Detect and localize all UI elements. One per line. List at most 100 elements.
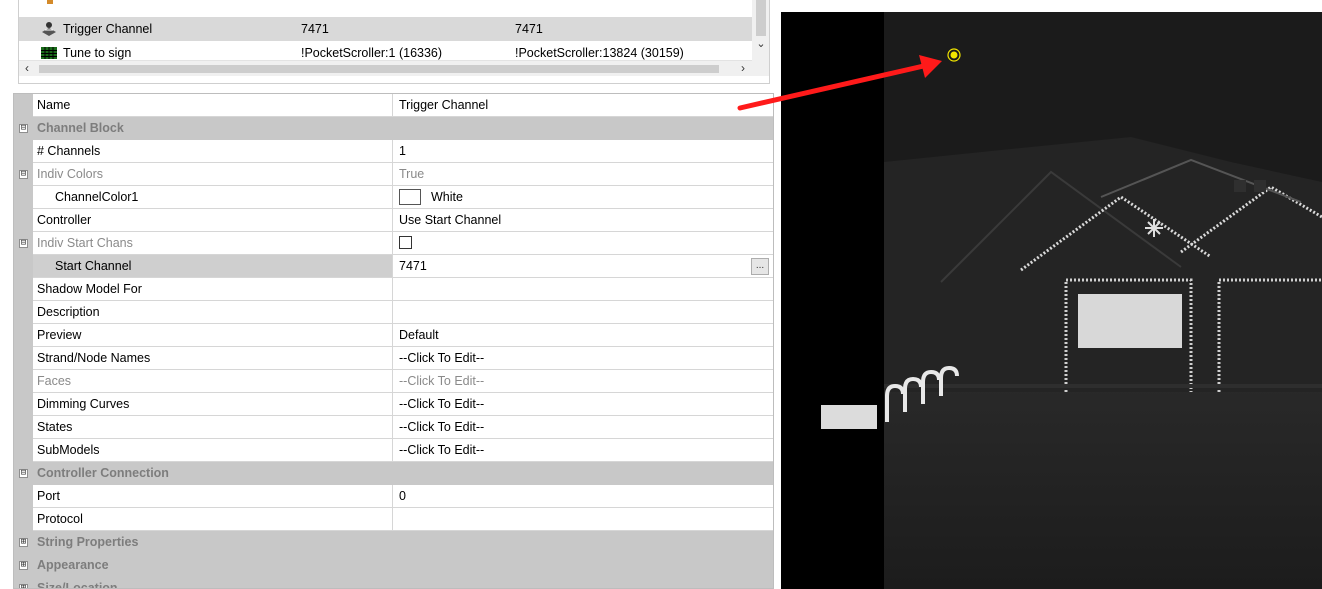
indiv-start-chans-checkbox[interactable] bbox=[399, 236, 412, 250]
property-value-channel-color[interactable]: White bbox=[393, 186, 773, 209]
collapse-icon[interactable]: ⊟ bbox=[19, 239, 28, 248]
property-label: Start Channel bbox=[33, 255, 393, 278]
row-gutter: ⊟ bbox=[14, 163, 33, 186]
property-value-states[interactable]: --Click To Edit-- bbox=[393, 416, 773, 439]
horizontal-scroll-thumb[interactable] bbox=[39, 65, 719, 73]
matrix-grid-icon bbox=[41, 45, 57, 61]
row-gutter bbox=[14, 416, 33, 439]
property-row-num-channels[interactable]: # Channels 1 bbox=[14, 140, 773, 163]
property-label: Description bbox=[33, 301, 393, 324]
property-row-indiv-colors[interactable]: ⊟ Indiv Colors True bbox=[14, 163, 773, 186]
property-value-controller[interactable]: Use Start Channel bbox=[393, 209, 773, 232]
collapse-icon[interactable]: ⊟ bbox=[19, 170, 28, 179]
property-label: Strand/Node Names bbox=[33, 347, 393, 370]
matrix-sign bbox=[1078, 294, 1182, 348]
row-gutter bbox=[14, 347, 33, 370]
model-list-vertical-scrollbar[interactable]: ⌄ bbox=[752, 0, 769, 76]
property-value-start-channel[interactable]: 7471 ... bbox=[393, 255, 773, 278]
color-swatch[interactable] bbox=[399, 188, 421, 205]
property-label: Port bbox=[33, 485, 393, 508]
scroll-right-icon[interactable]: › bbox=[735, 61, 751, 77]
property-row-states[interactable]: States --Click To Edit-- bbox=[14, 416, 773, 439]
row-gutter bbox=[14, 370, 33, 393]
expand-icon[interactable]: ⊞ bbox=[19, 561, 28, 570]
property-row-channel-color-1[interactable]: ChannelColor1 White bbox=[14, 186, 773, 209]
property-row-shadow-model-for[interactable]: Shadow Model For bbox=[14, 278, 773, 301]
category-label: Size/Location bbox=[37, 581, 118, 589]
property-label: SubModels bbox=[33, 439, 393, 462]
property-value-description[interactable] bbox=[393, 301, 773, 324]
property-label: Faces bbox=[33, 370, 393, 393]
property-label: Indiv Colors bbox=[33, 163, 393, 186]
property-value-submodels[interactable]: --Click To Edit-- bbox=[393, 439, 773, 462]
property-row-indiv-start-chans[interactable]: ⊟ Indiv Start Chans bbox=[14, 232, 773, 255]
model-end-channel: 7471 bbox=[515, 22, 543, 36]
property-row-controller[interactable]: Controller Use Start Channel bbox=[14, 209, 773, 232]
category-string-properties[interactable]: ⊞ String Properties bbox=[14, 531, 773, 554]
row-gutter bbox=[14, 278, 33, 301]
row-gutter bbox=[14, 140, 33, 163]
property-value-port[interactable]: 0 bbox=[393, 485, 773, 508]
row-gutter bbox=[14, 301, 33, 324]
property-label: Dimming Curves bbox=[33, 393, 393, 416]
property-row-dimming-curves[interactable]: Dimming Curves --Click To Edit-- bbox=[14, 393, 773, 416]
start-channel-value[interactable]: 7471 bbox=[399, 259, 427, 273]
property-value-preview[interactable]: Default bbox=[393, 324, 773, 347]
expand-icon[interactable]: ⊞ bbox=[19, 584, 28, 588]
collapse-icon[interactable]: ⊟ bbox=[19, 469, 28, 478]
layout-preview-canvas[interactable] bbox=[781, 12, 1322, 589]
row-gutter bbox=[14, 508, 33, 531]
category-size-location[interactable]: ⊞ Size/Location bbox=[14, 577, 773, 589]
model-start-channel: 7471 bbox=[301, 22, 329, 36]
row-gutter bbox=[14, 186, 33, 209]
category-label: Controller Connection bbox=[37, 466, 169, 480]
model-list[interactable]: Trigger Channel 7471 7471 Tune to sign !… bbox=[18, 0, 770, 84]
property-label: # Channels bbox=[33, 140, 393, 163]
house-preview-image bbox=[821, 12, 1322, 589]
start-channel-edit-button[interactable]: ... bbox=[751, 258, 769, 275]
trigger-channel-node bbox=[948, 49, 960, 61]
property-label: Preview bbox=[33, 324, 393, 347]
property-label: Name bbox=[33, 94, 393, 117]
category-controller-connection[interactable]: ⊟ Controller Connection bbox=[14, 462, 773, 485]
property-label: ChannelColor1 bbox=[33, 186, 393, 209]
property-value-faces: --Click To Edit-- bbox=[393, 370, 773, 393]
expand-icon[interactable]: ⊞ bbox=[19, 538, 28, 547]
property-value-strand-names[interactable]: --Click To Edit-- bbox=[393, 347, 773, 370]
row-gutter bbox=[14, 255, 33, 278]
row-gutter bbox=[14, 324, 33, 347]
category-channel-block[interactable]: ⊟ Channel Block bbox=[14, 117, 773, 140]
row-gutter: ⊟ bbox=[14, 232, 33, 255]
row-gutter bbox=[14, 94, 33, 117]
color-name: White bbox=[431, 190, 463, 204]
property-row-description[interactable]: Description bbox=[14, 301, 773, 324]
property-grid[interactable]: Name Trigger Channel ⊟ Channel Block # C… bbox=[13, 93, 774, 589]
collapse-icon[interactable]: ⊟ bbox=[19, 124, 28, 133]
property-row-strand-node-names[interactable]: Strand/Node Names --Click To Edit-- bbox=[14, 347, 773, 370]
property-value-indiv-start-chans[interactable] bbox=[393, 232, 773, 255]
model-list-horizontal-scrollbar[interactable]: ‹ › bbox=[19, 60, 752, 76]
property-value-num-channels[interactable]: 1 bbox=[393, 140, 773, 163]
property-row-preview[interactable]: Preview Default bbox=[14, 324, 773, 347]
property-row-start-channel[interactable]: Start Channel 7471 ... bbox=[14, 255, 773, 278]
property-value-name[interactable]: Trigger Channel bbox=[393, 94, 773, 117]
scroll-left-icon[interactable]: ‹ bbox=[19, 61, 35, 77]
property-row-protocol[interactable]: Protocol bbox=[14, 508, 773, 531]
category-appearance[interactable]: ⊞ Appearance bbox=[14, 554, 773, 577]
vertical-scroll-thumb[interactable] bbox=[756, 0, 766, 36]
property-value-dimming-curves[interactable]: --Click To Edit-- bbox=[393, 393, 773, 416]
property-label: Controller bbox=[33, 209, 393, 232]
model-row-trigger-channel[interactable]: Trigger Channel 7471 7471 bbox=[19, 17, 752, 41]
property-row-name[interactable]: Name Trigger Channel bbox=[14, 94, 773, 117]
property-value-shadow-model[interactable] bbox=[393, 278, 773, 301]
category-label: Appearance bbox=[37, 558, 109, 572]
model-name: Trigger Channel bbox=[63, 22, 153, 36]
property-row-faces[interactable]: Faces --Click To Edit-- bbox=[14, 370, 773, 393]
property-label: States bbox=[33, 416, 393, 439]
row-gutter bbox=[14, 485, 33, 508]
row-gutter bbox=[14, 439, 33, 462]
property-row-port[interactable]: Port 0 bbox=[14, 485, 773, 508]
property-value-protocol[interactable] bbox=[393, 508, 773, 531]
property-row-submodels[interactable]: SubModels --Click To Edit-- bbox=[14, 439, 773, 462]
scroll-down-icon[interactable]: ⌄ bbox=[752, 38, 769, 52]
